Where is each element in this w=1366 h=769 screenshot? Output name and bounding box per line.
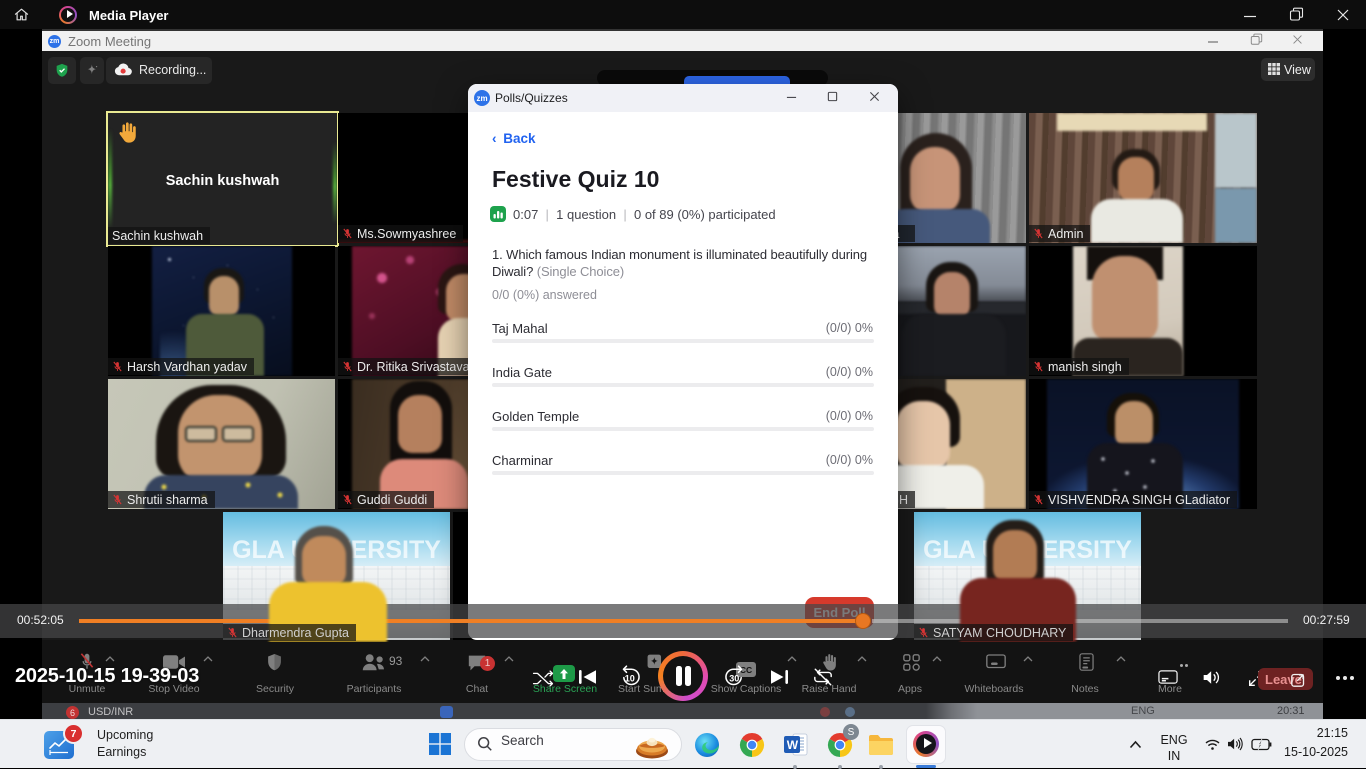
svg-text:30: 30 (729, 673, 739, 683)
svg-text:10: 10 (625, 673, 635, 683)
svg-text:W: W (787, 738, 799, 752)
